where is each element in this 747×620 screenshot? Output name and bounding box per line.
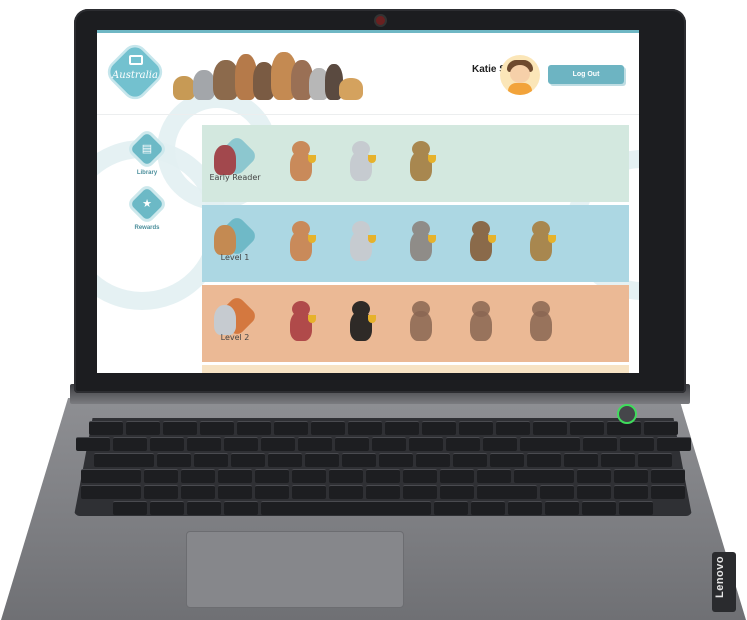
avatar-face	[510, 65, 530, 83]
kangaroo-trophy-icon[interactable]	[282, 139, 322, 185]
ant-icon	[214, 145, 236, 175]
dingo-illustration	[339, 78, 363, 100]
trophy-icon	[368, 235, 376, 243]
trophy-icon	[368, 315, 376, 323]
level-panel-level-2: Level 2	[202, 285, 629, 362]
trophy-icon	[308, 235, 316, 243]
level-panel-early-reader: Early Reader	[202, 125, 629, 202]
animal-banner	[173, 50, 363, 100]
brand-tag: Lenovo	[712, 552, 736, 612]
cat-silhouette-icon[interactable]	[402, 299, 442, 345]
trophy-icon	[548, 235, 556, 243]
keyboard-keys	[74, 421, 692, 515]
reward-head	[532, 301, 550, 317]
level-panel-level-1: Level 1	[202, 205, 629, 282]
koala-trophy-icon[interactable]	[342, 139, 382, 185]
spider-icon[interactable]	[342, 299, 382, 345]
webcam-icon	[376, 16, 385, 25]
wombat-trophy-icon[interactable]	[462, 219, 502, 265]
logout-button[interactable]: Log Out	[548, 65, 624, 84]
dog-illustration	[173, 76, 195, 100]
kangaroo-icon	[214, 225, 236, 255]
app-header: Australia Katie Smith Student Log Out	[97, 33, 639, 113]
header-divider	[97, 114, 639, 115]
level-label: Level 1	[220, 253, 250, 262]
ant-icon[interactable]	[282, 299, 322, 345]
avatar-shirt	[508, 83, 532, 95]
level-label: Level 2	[220, 333, 250, 342]
lizard-silhouette-icon[interactable]	[462, 299, 502, 345]
kangaroo-trophy-icon[interactable]	[282, 219, 322, 265]
reward-head	[412, 301, 430, 317]
sidebar-item-label: Library	[136, 170, 158, 176]
sidebar-item-rewards[interactable]: ★ Rewards	[117, 187, 177, 231]
trophy-icon: ★	[130, 187, 164, 221]
trophy-icon	[368, 155, 376, 163]
trophy-icon	[308, 315, 316, 323]
platypus-trophy-icon[interactable]	[402, 139, 442, 185]
platypus-trophy-icon[interactable]	[522, 219, 562, 265]
trophy-icon	[488, 235, 496, 243]
avatar[interactable]	[500, 55, 540, 95]
reward-head	[472, 301, 490, 317]
trophy-icon	[428, 155, 436, 163]
trophy-icon	[308, 155, 316, 163]
sidebar-item-library[interactable]: ▤ Library	[117, 132, 177, 176]
possum-illustration	[193, 70, 215, 100]
level-label: Early Reader	[209, 173, 261, 182]
book-icon	[129, 55, 143, 65]
trophy-icon	[428, 235, 436, 243]
bird-silhouette-icon[interactable]	[522, 299, 562, 345]
possum-trophy-icon[interactable]	[402, 219, 442, 265]
books-icon: ▤	[130, 132, 164, 166]
koala-icon	[214, 305, 236, 335]
sidebar-item-label: Rewards	[134, 225, 160, 231]
level-panel-next	[202, 365, 629, 373]
logo-text: Australia	[112, 70, 158, 81]
touchpad[interactable]	[186, 531, 404, 608]
koala-trophy-icon[interactable]	[342, 219, 382, 265]
screen: Australia Katie Smith Student Log Out ▤ …	[97, 30, 639, 373]
power-button[interactable]	[617, 404, 637, 424]
brand-logo: Lenovo	[714, 555, 726, 598]
